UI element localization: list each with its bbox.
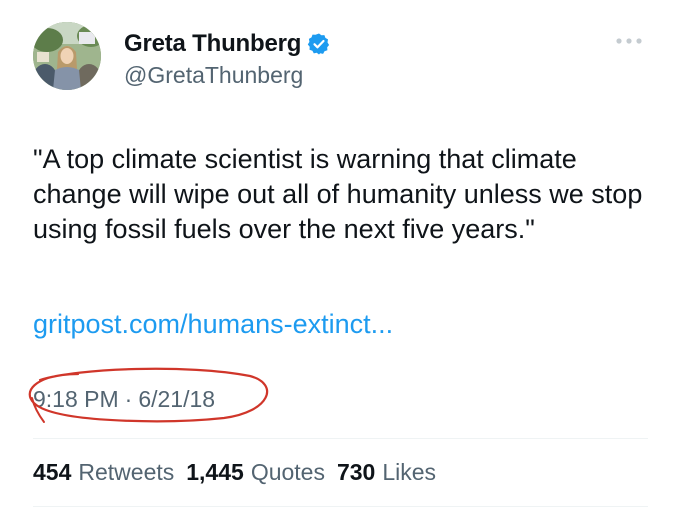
tweet-link[interactable]: gritpost.com/humans-extinct... xyxy=(33,307,393,342)
likes-stat[interactable]: 730 Likes xyxy=(337,459,436,486)
engagement-stats: 454 Retweets 1,445 Quotes 730 Likes xyxy=(33,459,436,486)
avatar[interactable] xyxy=(33,22,101,90)
tweet-time: 9:18 PM xyxy=(33,386,119,412)
tweet-text: "A top climate scientist is warning that… xyxy=(33,144,643,244)
avatar-image xyxy=(33,22,101,90)
divider xyxy=(33,438,648,439)
retweets-count: 454 xyxy=(33,459,72,485)
tweet-date: 6/21/18 xyxy=(138,386,216,412)
user-handle[interactable]: @GretaThunberg xyxy=(124,62,331,89)
likes-label: Likes xyxy=(382,459,437,485)
retweets-label: Retweets xyxy=(78,459,175,485)
more-options-icon[interactable] xyxy=(613,33,645,49)
divider-bottom xyxy=(33,506,648,507)
likes-count: 730 xyxy=(336,459,376,485)
quotes-stat[interactable]: 1,445 Quotes xyxy=(186,459,325,486)
author-info: Greta Thunberg @GretaThunberg xyxy=(124,30,331,89)
display-name[interactable]: Greta Thunberg xyxy=(124,30,301,58)
verified-badge-icon xyxy=(307,32,331,56)
tweet-card: Greta Thunberg @GretaThunberg "A top cli… xyxy=(0,0,680,515)
quotes-count: 1,445 xyxy=(186,459,244,485)
retweets-stat[interactable]: 454 Retweets xyxy=(33,459,174,486)
tweet-timestamp[interactable]: 9:18 PM · 6/21/18 xyxy=(33,386,215,413)
quotes-label: Quotes xyxy=(250,459,325,485)
timestamp-separator: · xyxy=(124,386,133,412)
name-row: Greta Thunberg xyxy=(124,30,331,58)
